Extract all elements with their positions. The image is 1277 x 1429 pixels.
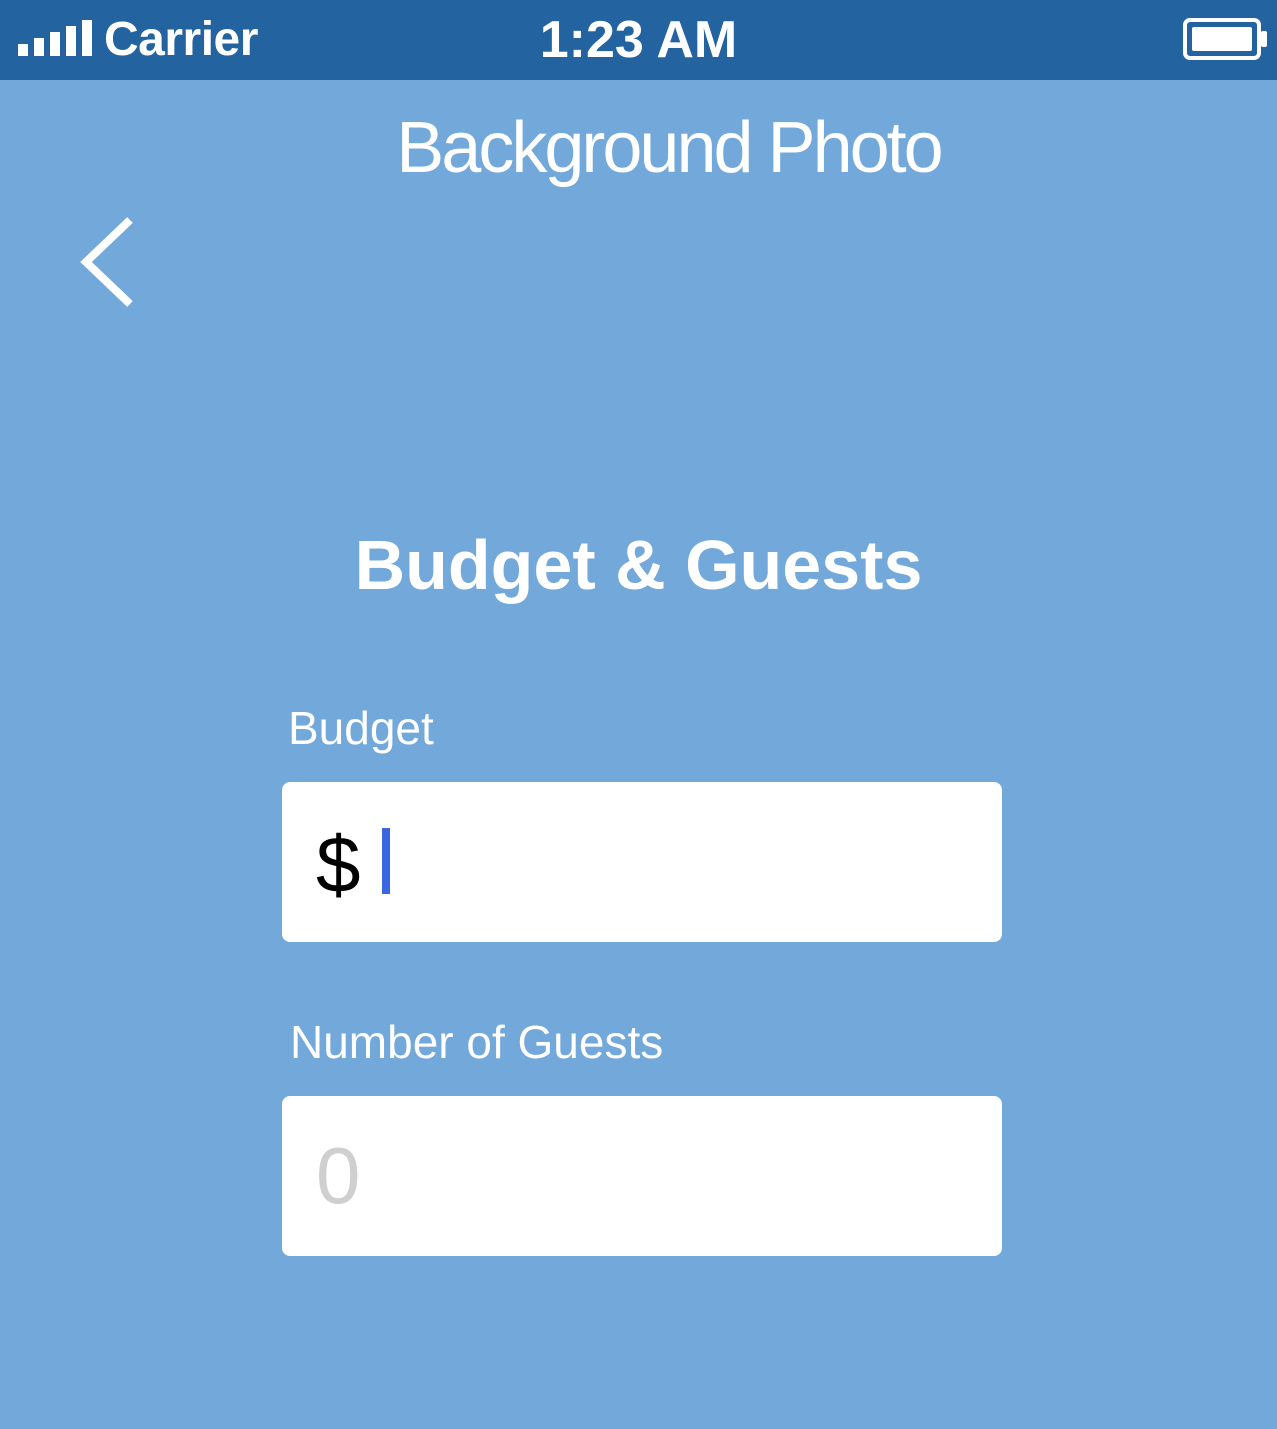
- screen-title: Budget & Guests: [354, 526, 923, 604]
- status-bar: Carrier 1:23 AM: [0, 0, 1277, 80]
- background-photo-label: Background Photo: [396, 108, 943, 188]
- budget-field[interactable]: $: [282, 782, 1002, 942]
- guests-field[interactable]: [282, 1096, 1002, 1256]
- guests-input[interactable]: [316, 1126, 966, 1226]
- currency-symbol: $: [316, 820, 361, 909]
- back-button[interactable]: [70, 212, 150, 312]
- status-time: 1:23 AM: [539, 11, 738, 69]
- guests-label: Number of Guests: [290, 1016, 664, 1068]
- text-caret: [382, 828, 390, 894]
- battery-full-icon: [1183, 18, 1267, 60]
- budget-label: Budget: [288, 702, 434, 754]
- chevron-left-icon: [80, 217, 133, 307]
- budget-input[interactable]: [402, 812, 962, 912]
